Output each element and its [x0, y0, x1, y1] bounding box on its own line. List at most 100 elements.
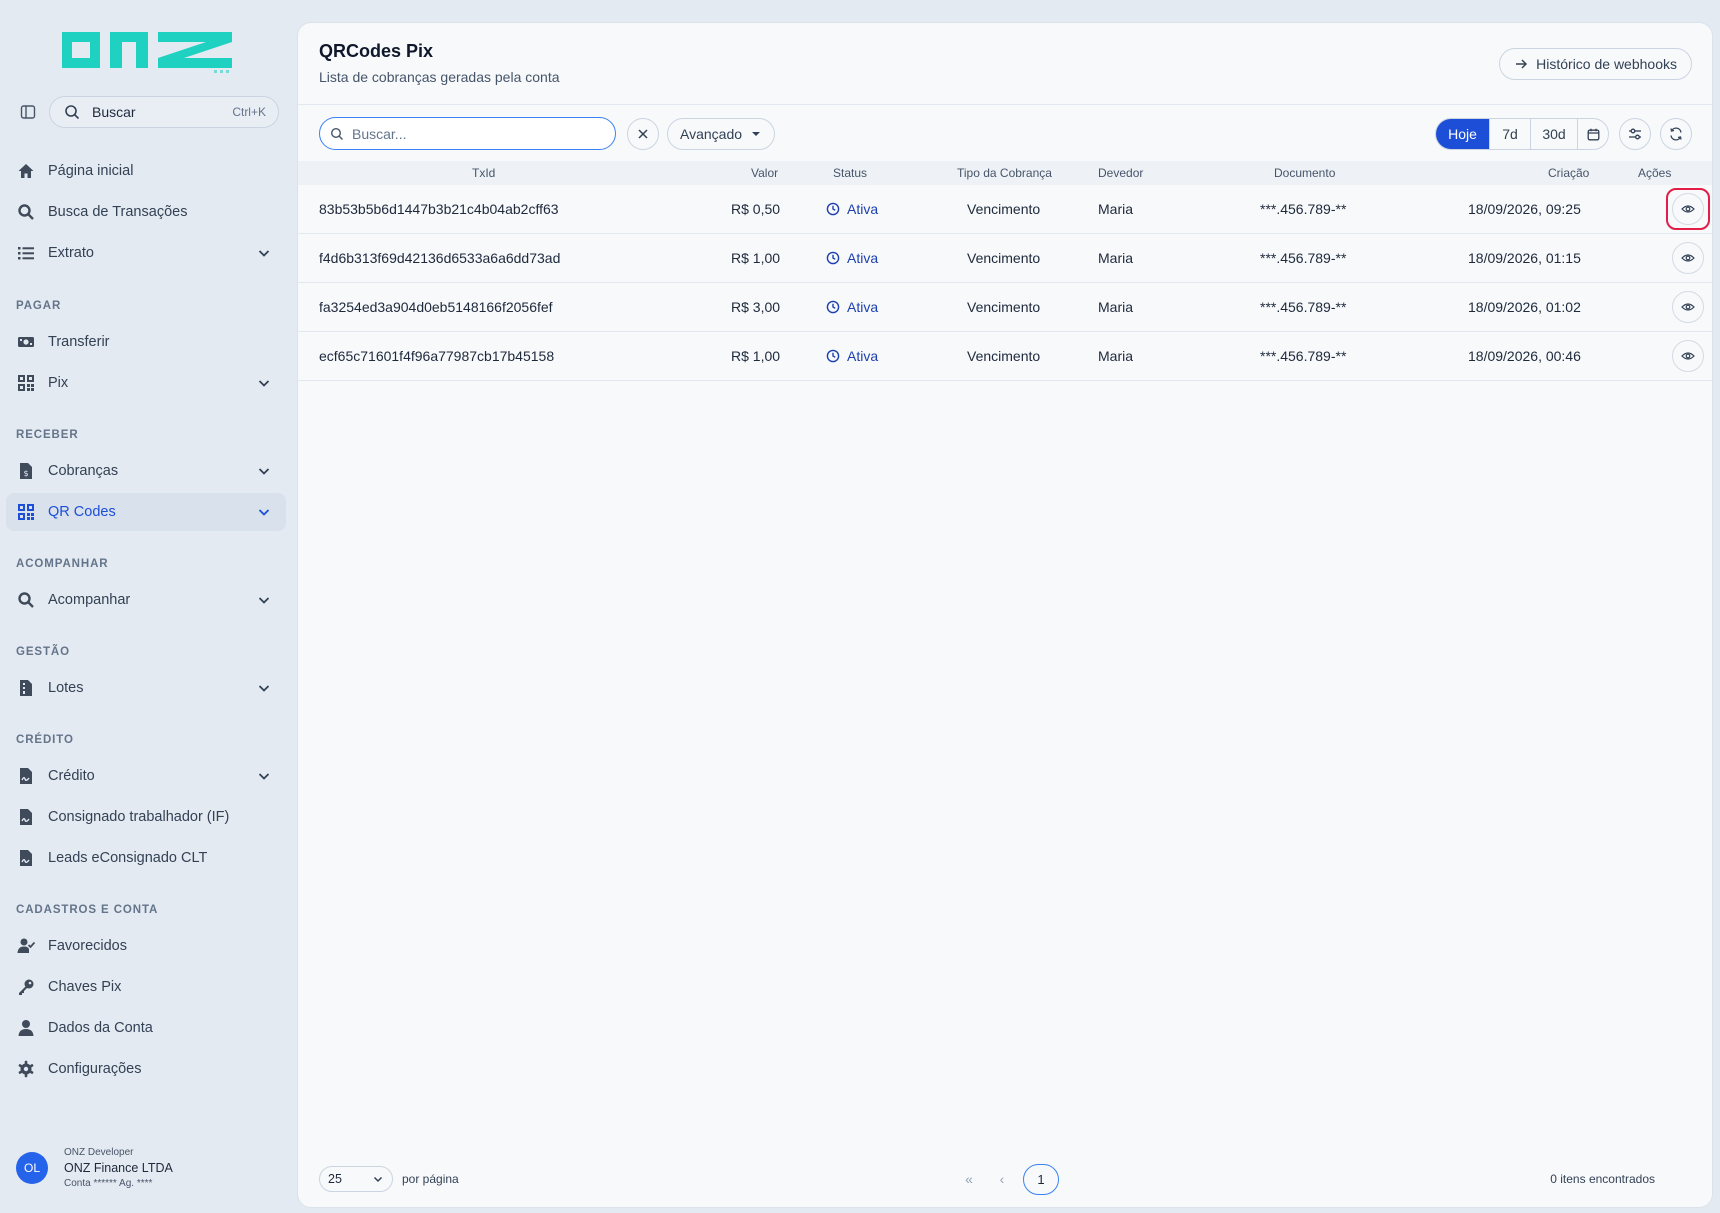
sidebar-item-dados-conta[interactable]: Dados da Conta: [6, 1009, 286, 1047]
transfer-icon: [16, 332, 36, 352]
page-size-value: 25: [328, 1172, 342, 1186]
sidebar-item-label: Leads eConsignado CLT: [48, 850, 208, 866]
table-row[interactable]: f4d6b313f69d42136d6533a6a6dd73ad R$ 1,00…: [298, 234, 1712, 283]
caret-down-icon: [752, 132, 761, 136]
webhook-history-label: Histórico de webhooks: [1536, 56, 1677, 72]
items-found-count: 0 itens encontrados: [1550, 1172, 1655, 1186]
sidebar-item-label: Configurações: [48, 1061, 142, 1077]
sidebar-item-busca-transacoes[interactable]: Busca de Transações: [6, 193, 286, 231]
sidebar-item-lotes[interactable]: Lotes: [6, 669, 286, 707]
range-today[interactable]: Hoje: [1436, 119, 1489, 149]
document-icon: [16, 678, 36, 698]
col-txid[interactable]: TxId: [472, 166, 495, 180]
col-valor[interactable]: Valor: [751, 166, 778, 180]
range-30d[interactable]: 30d: [1530, 119, 1577, 149]
sidebar-item-cobrancas[interactable]: $ Cobranças: [6, 452, 286, 490]
refresh-button[interactable]: [1660, 118, 1692, 150]
sidebar-item-label: Acompanhar: [48, 592, 131, 608]
prev-page-button[interactable]: ‹: [991, 1168, 1013, 1190]
sidebar-item-credito[interactable]: Crédito: [6, 757, 286, 795]
filter-settings-button[interactable]: [1619, 118, 1651, 150]
sidebar-item-acompanhar[interactable]: Acompanhar: [6, 581, 286, 619]
status-badge: Ativa: [826, 201, 878, 217]
page-size-select[interactable]: 25: [319, 1166, 393, 1192]
chevron-down-icon: [256, 768, 272, 784]
table-row[interactable]: 83b53b5b6d1447b3b21c4b04ab2cff63 R$ 0,50…: [298, 185, 1712, 234]
status-badge: Ativa: [826, 348, 878, 364]
clock-icon: [826, 202, 840, 216]
advanced-filter-button[interactable]: Avançado: [667, 118, 776, 150]
col-devedor[interactable]: Devedor: [1098, 166, 1143, 180]
view-button[interactable]: [1672, 291, 1704, 323]
col-documento[interactable]: Documento: [1274, 166, 1335, 180]
page-number-button[interactable]: 1: [1023, 1164, 1059, 1195]
sidebar-search[interactable]: Buscar Ctrl+K: [49, 96, 279, 128]
page-title: QRCodes Pix: [319, 41, 434, 61]
first-page-button[interactable]: «: [958, 1168, 980, 1190]
sidebar-item-favorecidos[interactable]: Favorecidos: [6, 927, 286, 965]
sidebar-item-label: Dados da Conta: [48, 1020, 153, 1036]
section-label-acompanhar: ACOMPANHAR: [16, 558, 109, 570]
sidebar-item-label: Cobranças: [48, 463, 119, 479]
table-row[interactable]: fa3254ed3a904d0eb5148166f2056fef R$ 3,00…: [298, 283, 1712, 332]
key-icon: [16, 977, 36, 997]
user-check-icon: [16, 936, 36, 956]
calendar-button[interactable]: [1577, 119, 1608, 149]
chevron-down-icon: [256, 504, 272, 520]
col-criacao[interactable]: Criação: [1548, 166, 1589, 180]
cell-txid: 83b53b5b6d1447b3b21c4b04ab2cff63: [319, 201, 559, 217]
cell-txid: ecf65c71601f4f96a77987cb17b45158: [319, 348, 555, 364]
section-label-gestao: GESTÃO: [16, 646, 70, 658]
qrcode-icon: [16, 502, 36, 522]
chevron-down-icon: [256, 592, 272, 608]
clear-search-button[interactable]: [627, 118, 659, 150]
sidebar: Buscar Ctrl+K Página inicial Busca de Tr…: [0, 0, 297, 1213]
sidebar-item-label: Favorecidos: [48, 938, 127, 954]
status-label: Ativa: [847, 299, 879, 315]
onz-logo: [62, 32, 232, 73]
table-row[interactable]: ecf65c71601f4f96a77987cb17b45158 R$ 1,00…: [298, 332, 1712, 381]
page-subtitle: Lista de cobranças geradas pela conta: [319, 69, 560, 85]
sidebar-toggle-icon[interactable]: [18, 102, 38, 122]
sidebar-item-transferir[interactable]: Transferir: [6, 323, 286, 361]
sidebar-item-pix[interactable]: Pix: [6, 364, 286, 402]
user-profile[interactable]: OL ONZ Developer ONZ Finance LTDA Conta …: [16, 1142, 286, 1194]
chevron-down-icon: [256, 463, 272, 479]
cell-valor: R$ 0,50: [731, 201, 781, 217]
cell-tipo: Vencimento: [967, 201, 1041, 217]
sidebar-item-configuracoes[interactable]: Configurações: [6, 1050, 286, 1088]
qrcode-icon: [16, 373, 36, 393]
sidebar-item-qrcodes[interactable]: QR Codes: [6, 493, 286, 531]
sidebar-item-extrato[interactable]: Extrato: [6, 234, 286, 272]
range-7d[interactable]: 7d: [1489, 119, 1530, 149]
sidebar-item-label: Consignado trabalhador (IF): [48, 809, 230, 825]
search-field[interactable]: [319, 117, 616, 150]
calendar-icon: [1587, 128, 1599, 140]
status-label: Ativa: [847, 250, 879, 266]
close-icon: [638, 129, 648, 139]
contract-icon: [16, 848, 36, 868]
sidebar-item-chaves-pix[interactable]: Chaves Pix: [6, 968, 286, 1006]
col-tipo[interactable]: Tipo da Cobrança: [957, 166, 1052, 180]
sidebar-item-label: Busca de Transações: [48, 204, 188, 220]
sidebar-item-leads[interactable]: Leads eConsignado CLT: [6, 839, 286, 877]
cell-devedor: Maria: [1098, 201, 1134, 217]
contract-icon: [16, 766, 36, 786]
eye-icon: [1681, 352, 1695, 360]
col-status[interactable]: Status: [833, 166, 867, 180]
sidebar-item-label: Página inicial: [48, 163, 134, 179]
sidebar-item-home[interactable]: Página inicial: [6, 152, 286, 190]
clock-icon: [826, 349, 840, 363]
sidebar-item-consignado[interactable]: Consignado trabalhador (IF): [6, 798, 286, 836]
view-button[interactable]: [1672, 193, 1704, 225]
sidebar-item-label: Pix: [48, 375, 69, 391]
search-input[interactable]: [352, 125, 602, 142]
user-icon: [16, 1018, 36, 1038]
webhook-history-button[interactable]: Histórico de webhooks: [1499, 48, 1692, 80]
header-divider: [298, 104, 1712, 105]
cell-tipo: Vencimento: [967, 348, 1041, 364]
cell-devedor: Maria: [1098, 348, 1134, 364]
view-button[interactable]: [1672, 242, 1704, 274]
list-icon: [16, 243, 36, 263]
view-button[interactable]: [1672, 340, 1704, 372]
